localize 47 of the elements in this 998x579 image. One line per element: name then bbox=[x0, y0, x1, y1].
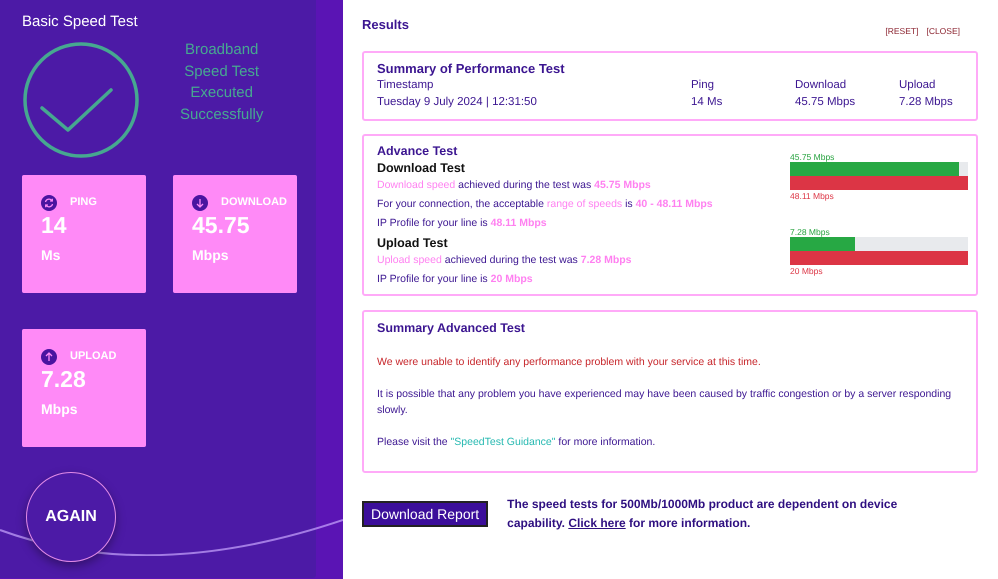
status-text: Successfully bbox=[180, 104, 264, 124]
profile-label: 48.11 Mbps bbox=[790, 190, 834, 202]
result-sentence: Download speed achieved during the test was 45.75 Mbps bbox=[377, 178, 651, 193]
download-report-button[interactable]: Download Report bbox=[362, 501, 488, 527]
tile-label: DOWNLOAD bbox=[221, 195, 287, 209]
guidance-sentence: Please visit the "SpeedTest Guidance" for more information. bbox=[377, 435, 656, 450]
section-heading: Upload Test bbox=[377, 235, 448, 251]
tile-value: 45.75 bbox=[192, 212, 250, 238]
column-value: Tuesday 9 July 2024 | 12:31:50 bbox=[377, 95, 537, 110]
column-label: Upload bbox=[899, 78, 936, 93]
summary-title: Summary of Performance Test bbox=[377, 60, 565, 77]
panel-title: Basic Speed Test bbox=[22, 13, 138, 31]
status-text: Broadband bbox=[184, 40, 258, 60]
column-value: 7.28 Mbps bbox=[899, 95, 953, 110]
status-text: Executed bbox=[190, 83, 253, 103]
tile-label: PING bbox=[70, 195, 97, 209]
profile-label: 20 Mbps bbox=[790, 265, 823, 277]
column-label: Timestamp bbox=[377, 78, 434, 93]
advance-title: Advance Test bbox=[377, 144, 458, 158]
measured-label: 45.75 Mbps bbox=[790, 152, 834, 162]
click-here-link[interactable]: Click here bbox=[568, 516, 626, 530]
tile-unit: Mbps bbox=[41, 400, 78, 418]
action-link[interactable]: [CLOSE] bbox=[926, 26, 960, 36]
status-text: Speed Test bbox=[184, 62, 260, 82]
advanced-summary-title: Summary Advanced Test bbox=[377, 320, 525, 336]
tile-value: 7.28 bbox=[41, 366, 86, 392]
tile-unit: Ms bbox=[41, 246, 60, 264]
result-sentence: IP Profile for your line is 48.11 Mbps bbox=[377, 216, 547, 231]
tile-label: UPLOAD bbox=[70, 349, 116, 363]
capability-note: The speed tests for 500Mb/1000Mb product are dependent on device capability. Click here for more information. bbox=[507, 496, 898, 532]
info-text: It is possible that any problem you have experienced may have been caused by traffic congestion or by a server responding slowly. bbox=[377, 387, 952, 418]
tile-value: 14 bbox=[41, 212, 67, 238]
result-sentence: IP Profile for your line is 20 Mbps bbox=[377, 272, 533, 287]
column-value: 45.75 Mbps bbox=[795, 95, 856, 110]
result-sentence: Upload speed achieved during the test was 7.28 Mbps bbox=[377, 253, 632, 268]
warning-text: We were unable to identify any performance problem with your service at this time. bbox=[377, 355, 762, 370]
section-heading: Download Test bbox=[377, 160, 465, 176]
column-value: 14 Ms bbox=[691, 95, 722, 110]
tile-unit: Mbps bbox=[192, 246, 229, 264]
check-circle-icon bbox=[22, 41, 140, 159]
result-sentence: For your connection, the acceptable range of speeds is 40 - 48.11 Mbps bbox=[377, 197, 713, 212]
action-link[interactable]: [RESET] bbox=[885, 26, 918, 36]
column-label: Ping bbox=[691, 78, 714, 93]
measured-label: 7.28 Mbps bbox=[790, 227, 830, 237]
results-title: Results bbox=[362, 17, 409, 34]
refresh-icon bbox=[41, 195, 57, 211]
column-label: Download bbox=[795, 78, 846, 93]
